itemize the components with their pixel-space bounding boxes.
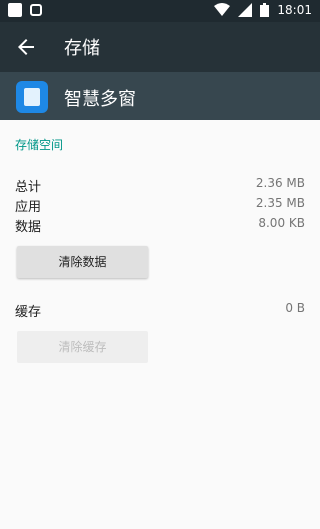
row-value: 2.35 MB xyxy=(255,196,305,210)
storage-row-app: 应用 2.35 MB xyxy=(15,196,305,215)
page-title: 存储 xyxy=(64,38,100,59)
app-header: 智慧多窗 xyxy=(0,72,320,120)
clear-cache-button[interactable]: 清除缓存 xyxy=(17,331,148,363)
app-icon xyxy=(16,81,48,113)
storage-row-total: 总计 2.36 MB xyxy=(15,176,305,195)
clear-data-button[interactable]: 清除数据 xyxy=(17,246,148,278)
row-label: 数据 xyxy=(15,220,42,235)
row-label: 应用 xyxy=(15,200,42,215)
app-name: 智慧多窗 xyxy=(64,89,136,110)
row-label: 总计 xyxy=(15,180,42,195)
cache-label: 缓存 xyxy=(15,305,42,320)
signal-icon xyxy=(238,3,253,17)
section-title: 存储空间 xyxy=(15,138,64,152)
row-value: 2.36 MB xyxy=(255,176,305,190)
shield-icon xyxy=(30,4,42,16)
back-arrow-icon[interactable] xyxy=(14,35,38,59)
row-value: 8.00 KB xyxy=(258,216,305,230)
status-bar: 18:01 xyxy=(0,0,320,22)
toolbar: 存储 xyxy=(0,22,320,72)
status-time: 18:01 xyxy=(277,3,312,17)
wifi-icon xyxy=(214,3,231,16)
battery-icon xyxy=(260,3,270,17)
cache-row: 缓存 0 B xyxy=(15,301,305,320)
storage-row-data: 数据 8.00 KB xyxy=(15,216,305,235)
notification-icon xyxy=(8,3,22,17)
cache-value: 0 B xyxy=(285,301,305,315)
